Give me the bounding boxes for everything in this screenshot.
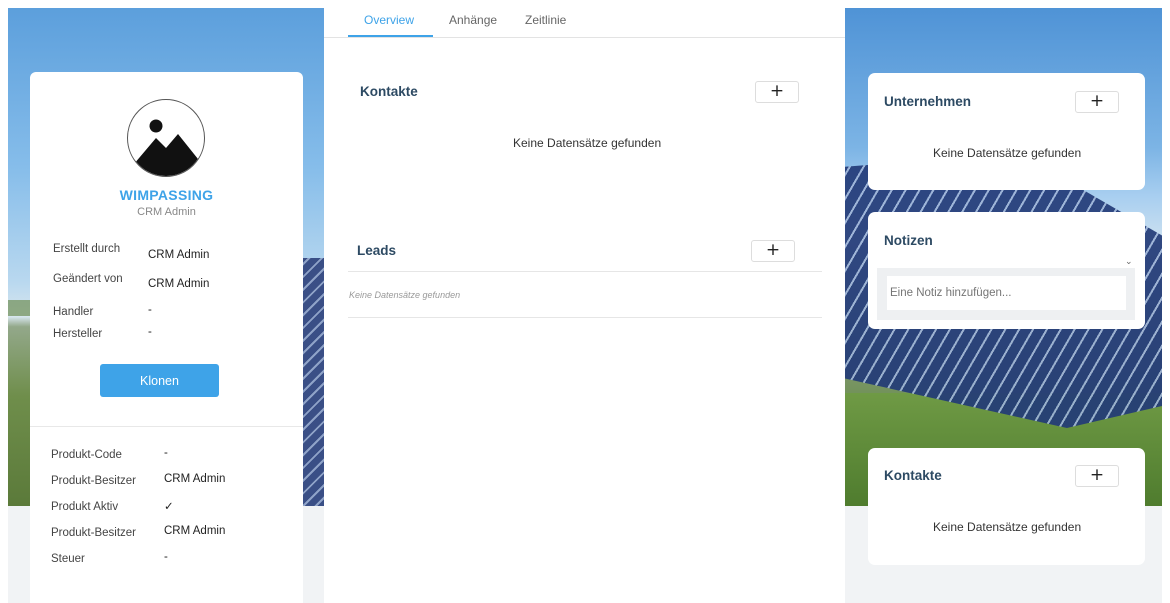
contacts-section-title: Kontakte: [360, 84, 418, 99]
add-contact-right-button[interactable]: +: [1075, 465, 1119, 487]
divider: [348, 317, 822, 318]
clone-button[interactable]: Klonen: [100, 364, 219, 397]
tax-value: -: [164, 551, 168, 563]
product-owner-value: CRM Admin: [164, 473, 226, 485]
record-owner: CRM Admin: [137, 206, 196, 218]
check-icon: ✓: [164, 499, 174, 513]
product-code-label: Produkt-Code: [51, 449, 122, 461]
notes-composer: [877, 268, 1135, 320]
divider: [348, 271, 822, 272]
handler-value: -: [148, 304, 152, 316]
product-owner-2-value: CRM Admin: [164, 525, 226, 537]
companies-title: Unternehmen: [884, 94, 972, 109]
contacts-empty-message: Keine Datensätze gefunden: [513, 136, 662, 150]
avatar: [127, 99, 205, 177]
companies-empty-message: Keine Datensätze gefunden: [933, 146, 1082, 160]
record-summary-card: WIMPASSING CRM Admin Erstellt durch CRM …: [30, 72, 303, 603]
manufacturer-value: -: [148, 326, 152, 338]
product-owner-label: Produkt-Besitzer: [51, 475, 137, 487]
tab-bar: Overview Anhänge Zeitlinie: [324, 0, 845, 38]
created-by-value: CRM Admin: [148, 249, 210, 261]
contacts-card: Kontakte + Keine Datensätze gefunden: [868, 448, 1145, 565]
tab-attachments[interactable]: Anhänge: [449, 13, 497, 27]
manufacturer-label: Hersteller: [53, 328, 103, 340]
modified-by-value: CRM Admin: [148, 278, 210, 290]
notes-title: Notizen: [884, 233, 933, 248]
leads-empty-message: Keine Datensätze gefunden: [349, 290, 461, 300]
add-company-button[interactable]: +: [1075, 91, 1119, 113]
tab-timeline[interactable]: Zeitlinie: [525, 13, 566, 27]
chevron-down-icon[interactable]: ⌄: [1125, 257, 1133, 267]
companies-card: Unternehmen + Keine Datensätze gefunden: [868, 73, 1145, 190]
contacts-right-empty-message: Keine Datensätze gefunden: [933, 520, 1082, 534]
tax-label: Steuer: [51, 553, 85, 565]
product-code-value: -: [164, 447, 168, 459]
active-tab-indicator: [348, 35, 433, 37]
contacts-title: Kontakte: [884, 468, 942, 483]
product-owner-2-label: Produkt-Besitzer: [51, 527, 137, 539]
image-placeholder-icon: [134, 119, 202, 176]
divider: [30, 426, 303, 427]
page: WIMPASSING CRM Admin Erstellt durch CRM …: [0, 0, 1170, 603]
product-active-label: Produkt Aktiv: [51, 501, 119, 513]
handler-label: Handler: [53, 306, 94, 318]
main-content: Overview Anhänge Zeitlinie Kontakte + Ke…: [324, 0, 845, 603]
tab-overview[interactable]: Overview: [364, 13, 414, 27]
record-name: WIMPASSING: [119, 187, 214, 203]
notes-card: Notizen ⌄: [868, 212, 1145, 329]
created-by-label: Erstellt durch: [53, 243, 121, 255]
add-contact-button[interactable]: +: [755, 81, 799, 103]
modified-by-label: Geändert von: [53, 273, 123, 285]
note-input[interactable]: [887, 276, 1126, 310]
add-lead-button[interactable]: +: [751, 240, 795, 262]
leads-section-title: Leads: [357, 243, 397, 258]
